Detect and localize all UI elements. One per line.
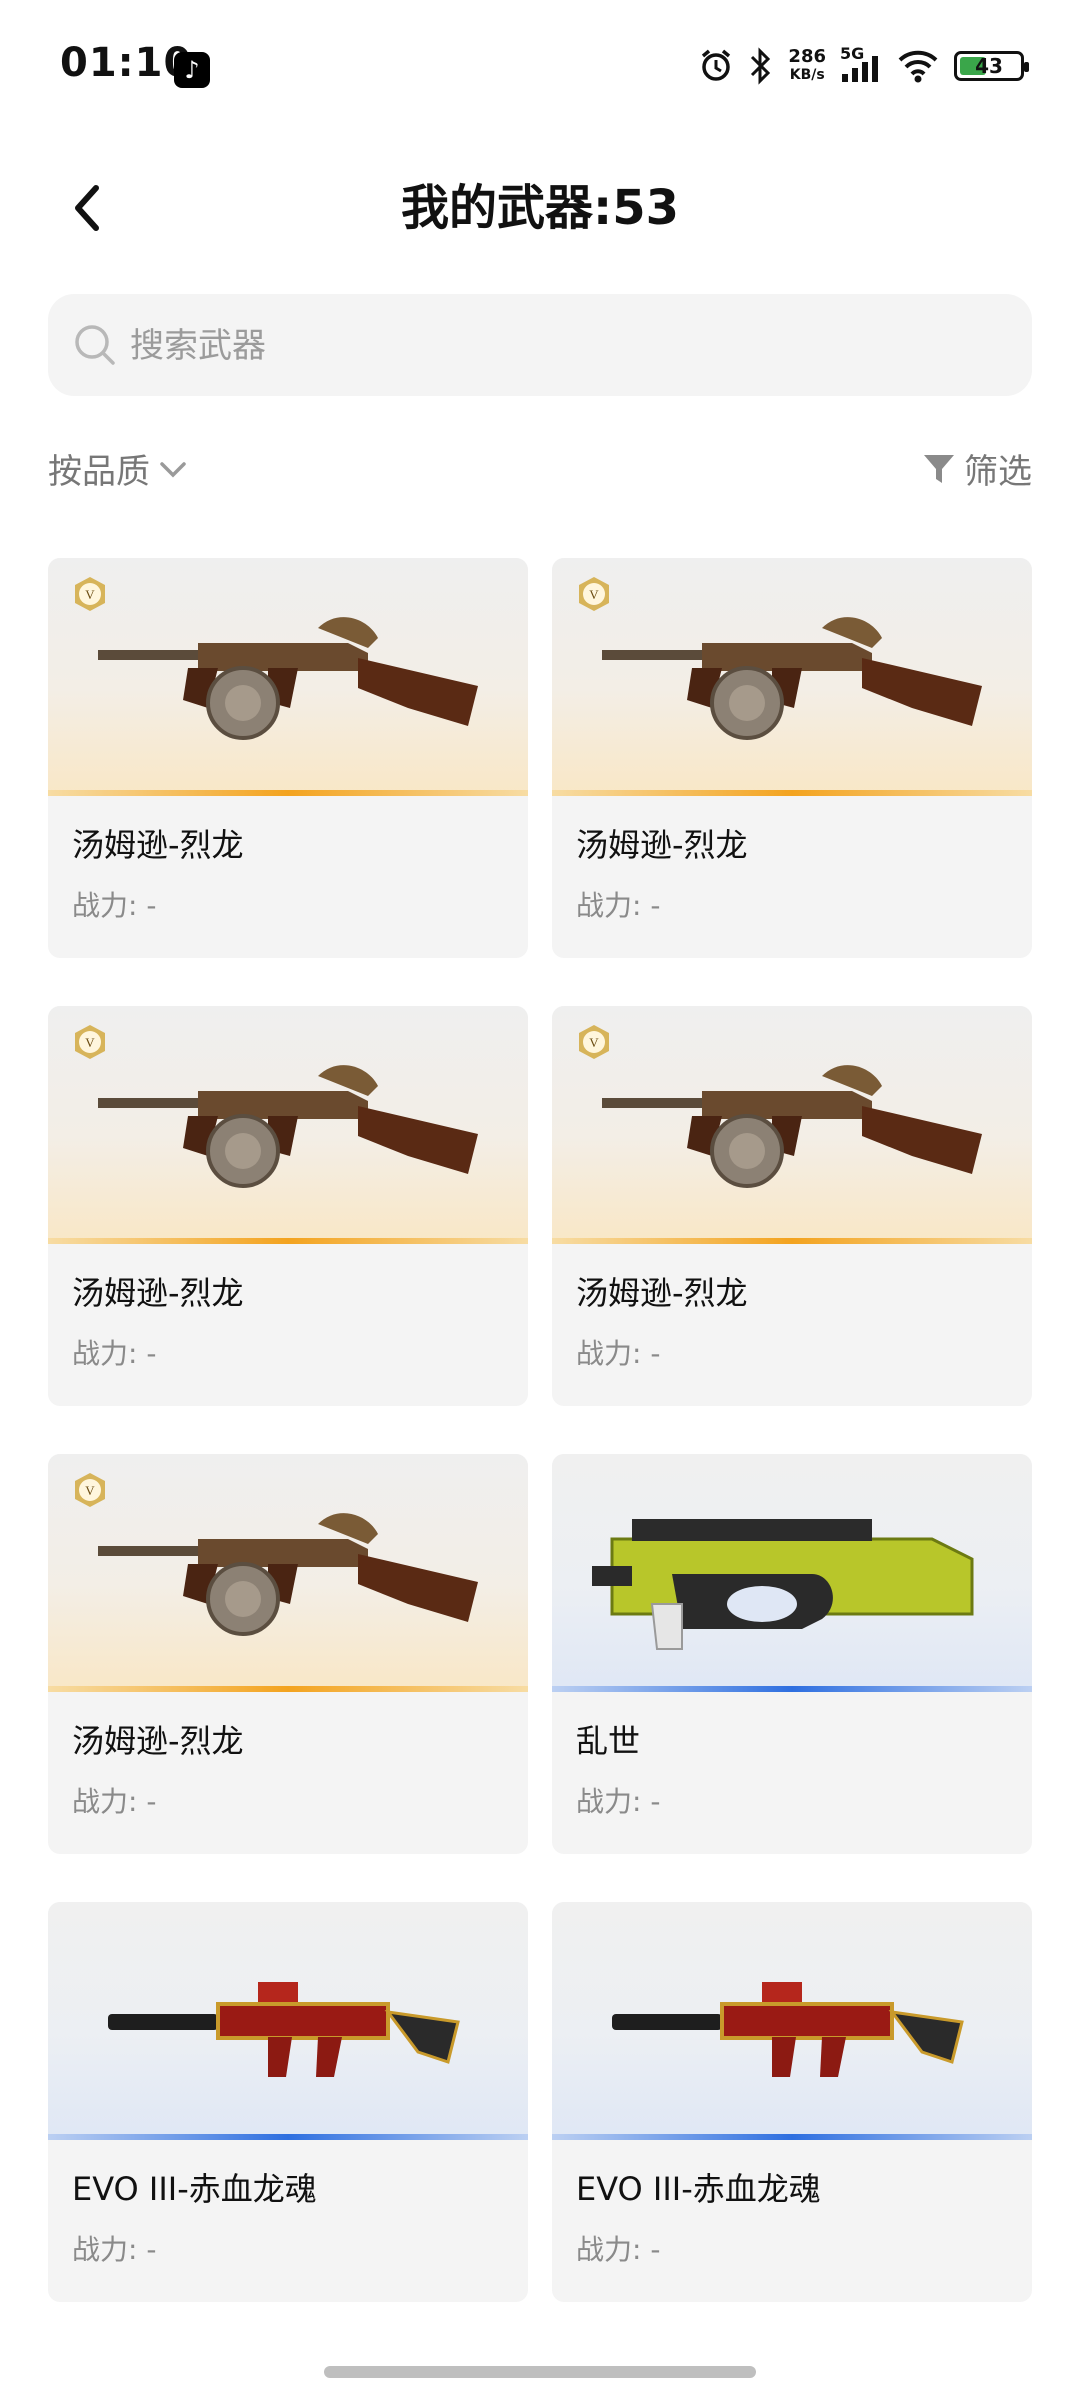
weapon-name: 汤姆逊-烈龙 (72, 1722, 244, 1760)
weapon-image (552, 1454, 1032, 1692)
weapon-name: 汤姆逊-烈龙 (576, 826, 748, 864)
weapon-card[interactable]: V 汤姆逊-烈龙 战力: - (48, 1454, 528, 1854)
signal-icon: 5G (840, 44, 882, 84)
weapon-card[interactable]: V 汤姆逊-烈龙 战力: - (48, 1006, 528, 1406)
home-indicator[interactable] (324, 2366, 756, 2378)
search-icon (75, 325, 115, 365)
weapon-image (552, 1902, 1032, 2140)
tommy-gun-icon (98, 1065, 478, 1188)
alarm-icon (702, 49, 731, 81)
weapon-image: V (48, 1006, 528, 1244)
status-icons: 286 KB/s 5G 43 (698, 42, 1029, 90)
filter-button[interactable]: 筛选 (922, 444, 1032, 493)
filter-label: 筛选 (964, 452, 1032, 492)
page-title: 我的武器:53 (401, 180, 679, 236)
weapon-power: 战力: - (72, 1337, 157, 1370)
weapon-name: 乱世 (576, 1722, 641, 1760)
weapon-power: 战力: - (576, 889, 661, 922)
wifi-icon (898, 50, 938, 83)
bluetooth-icon (751, 47, 771, 85)
weapon-card[interactable]: EVO III-赤血龙魂 战力: - (48, 1902, 528, 2302)
weapon-power: 战力: - (72, 2233, 157, 2266)
weapon-name: EVO III-赤血龙魂 (72, 2170, 317, 2208)
weapon-power: 战力: - (72, 889, 157, 922)
tommy-gun-icon (602, 617, 982, 740)
quality-bar (48, 2134, 528, 2140)
quality-bar (552, 790, 1032, 796)
weapon-image (48, 1902, 528, 2140)
battery-icon: 43 (954, 51, 1029, 81)
weapon-image: V (48, 1454, 528, 1692)
weapon-grid: V 汤姆逊-烈龙 战力: - V 汤姆逊-烈龙 战力: - V 汤姆逊-烈龙 战… (48, 558, 1032, 2302)
weapon-image: V (48, 558, 528, 796)
filter-icon (924, 454, 954, 483)
network-speed: 286 KB/s (788, 46, 826, 84)
sort-label: 按品质 (48, 452, 150, 492)
weapon-power: 战力: - (576, 2233, 661, 2266)
weapon-image: V (552, 558, 1032, 796)
weapon-card[interactable]: 乱世 战力: - (552, 1454, 1032, 1854)
evo-smg-icon (612, 1982, 964, 2077)
weapon-power: 战力: - (72, 1785, 157, 1818)
weapon-name: 汤姆逊-烈龙 (576, 1274, 748, 1312)
quality-bar (552, 2134, 1032, 2140)
weapon-power: 战力: - (576, 1337, 661, 1370)
weapon-card[interactable]: EVO III-赤血龙魂 战力: - (552, 1902, 1032, 2302)
quality-bar (48, 1238, 528, 1244)
weapon-power: 战力: - (576, 1785, 661, 1818)
quality-bar (552, 1238, 1032, 1244)
quality-bar (552, 1686, 1032, 1692)
chevron-down-icon (160, 461, 186, 477)
weapon-card[interactable]: V 汤姆逊-烈龙 战力: - (552, 558, 1032, 958)
weapon-card[interactable]: V 汤姆逊-烈龙 战力: - (48, 558, 528, 958)
weapon-name: EVO III-赤血龙魂 (576, 2170, 821, 2208)
smg-p90-icon (592, 1519, 974, 1650)
weapon-name: 汤姆逊-烈龙 (72, 826, 244, 864)
quality-bar (48, 790, 528, 796)
network-type: 5G (840, 44, 865, 63)
status-bar: 01:10 ♪ 286 KB/s 5G 43 (0, 0, 1080, 140)
tiktok-icon: ♪ (174, 52, 210, 88)
weapon-name: 汤姆逊-烈龙 (72, 1274, 244, 1312)
quality-bar (48, 1686, 528, 1692)
weapon-image: V (552, 1006, 1032, 1244)
tommy-gun-icon (98, 1513, 478, 1636)
weapon-card[interactable]: V 汤姆逊-烈龙 战力: - (552, 1006, 1032, 1406)
status-time: 01:10 (60, 40, 193, 86)
sort-by-quality-button[interactable]: 按品质 (48, 444, 190, 493)
tommy-gun-icon (98, 617, 478, 740)
tommy-gun-icon (602, 1065, 982, 1188)
search-input[interactable] (128, 294, 1012, 398)
search-bar[interactable] (48, 294, 1032, 398)
evo-smg-icon (108, 1982, 460, 2077)
